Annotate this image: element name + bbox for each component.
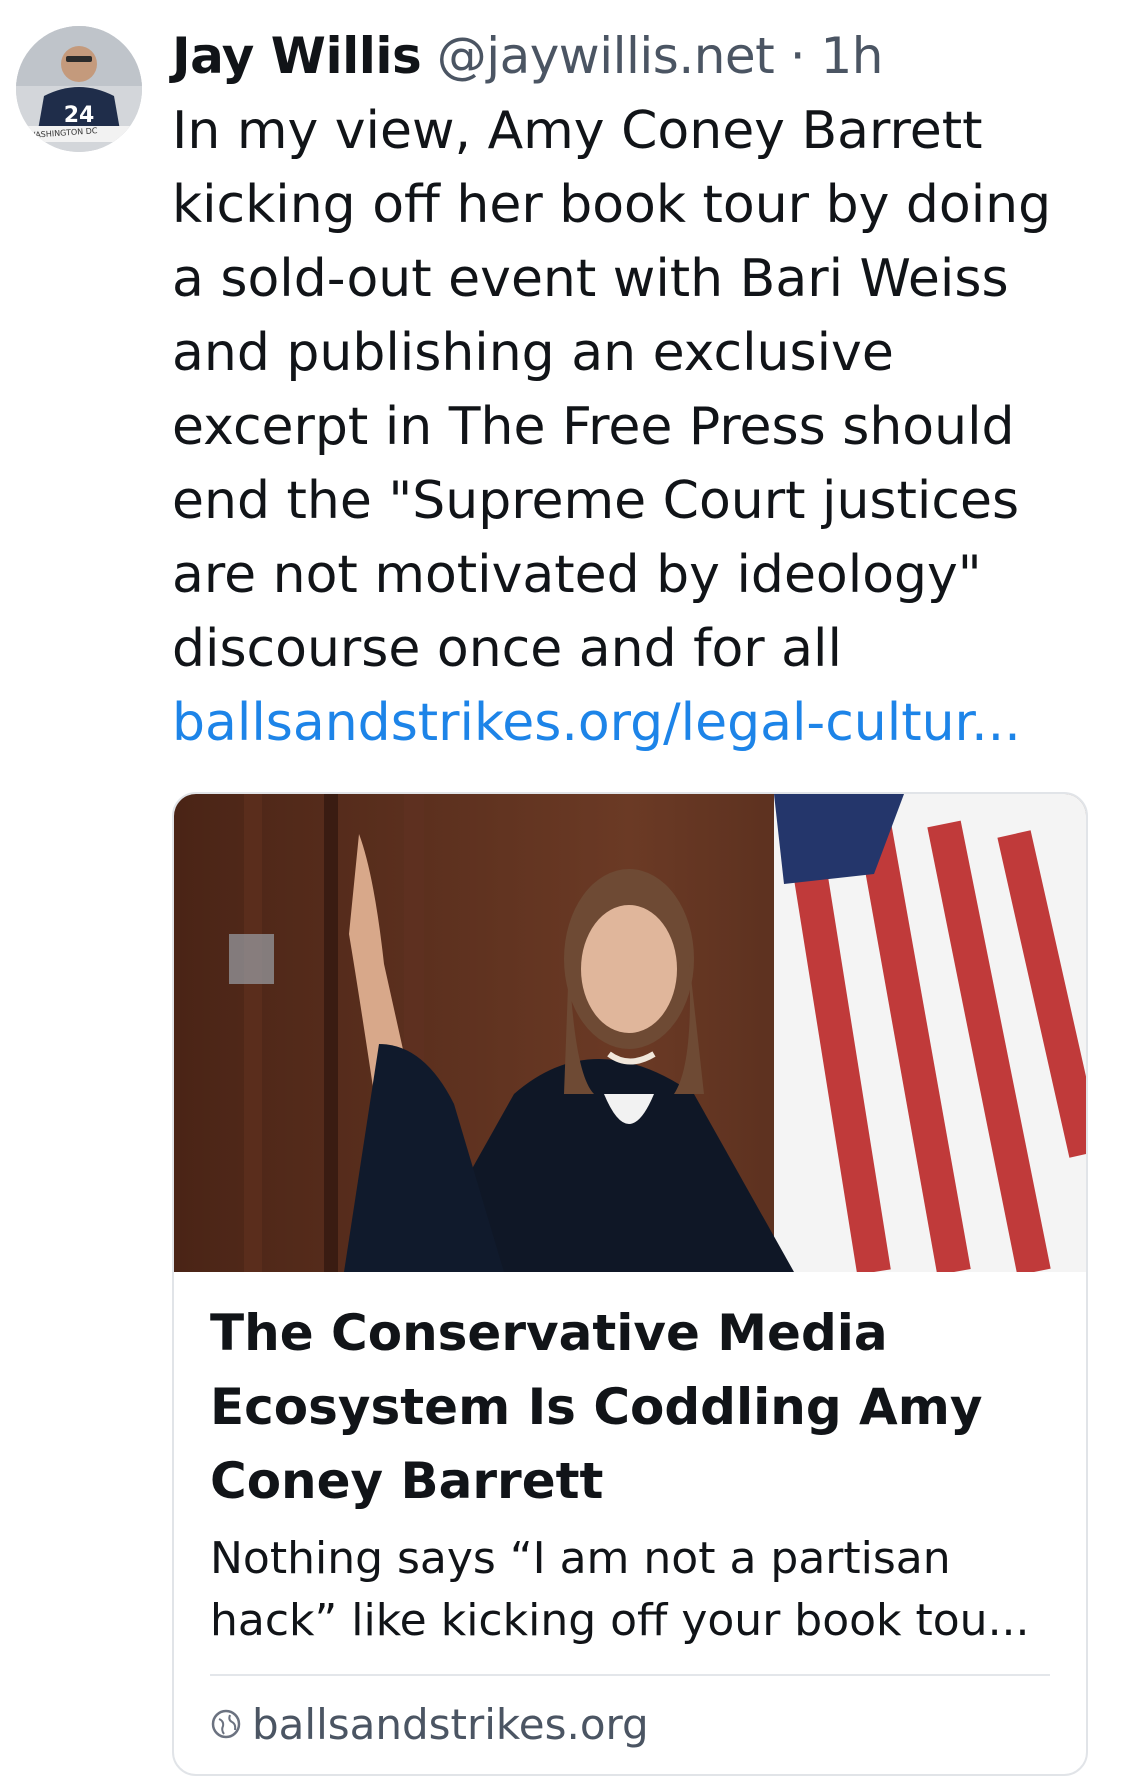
globe-icon — [211, 1709, 241, 1739]
post-link[interactable]: ballsandstrikes.org/legal-cultur... — [172, 686, 1092, 760]
author-handle[interactable]: @jaywillis.net — [437, 27, 775, 85]
card-title: The Conservative Media Ecosystem Is Codd… — [210, 1304, 983, 1510]
link-card[interactable]: The Conservative Media Ecosystem Is Codd… — [172, 792, 1088, 1776]
post: 24 WASHINGTON DC Jay Willis @jaywillis.n… — [0, 0, 1132, 1778]
article-photo — [174, 794, 1086, 1272]
card-domain: ballsandstrikes.org — [210, 1694, 649, 1754]
post-time[interactable]: 1h — [821, 27, 884, 85]
card-description: Nothing says “I am not a partisan hack” … — [210, 1533, 1030, 1646]
post-text: In my view, Amy Coney Barrett kicking of… — [172, 101, 1052, 679]
card-body: The Conservative Media Ecosystem Is Codd… — [174, 1272, 1086, 1652]
card-divider — [210, 1674, 1050, 1676]
header-separator: · — [789, 27, 806, 85]
card-domain-text: ballsandstrikes.org — [252, 1699, 649, 1749]
avatar-jersey-number: 24 — [64, 103, 95, 128]
author-avatar[interactable]: 24 WASHINGTON DC — [16, 26, 142, 152]
avatar-photo: 24 WASHINGTON DC — [16, 26, 142, 152]
post-header: Jay Willis @jaywillis.net · 1h — [172, 18, 1092, 94]
author-name[interactable]: Jay Willis — [172, 27, 422, 85]
post-content: Jay Willis @jaywillis.net · 1h In my vie… — [172, 18, 1092, 760]
